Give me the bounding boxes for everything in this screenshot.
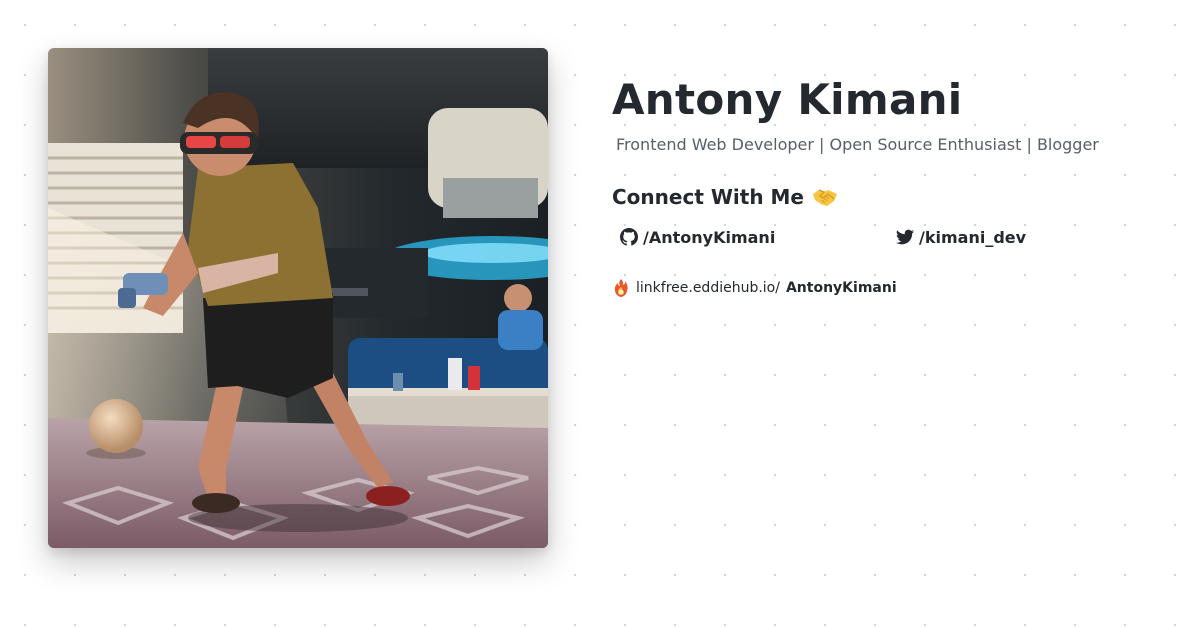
profile-info: Antony Kimani Frontend Web Developer | O… (612, 74, 1172, 298)
linkfree-domain: linkfree.eddiehub.io/ (636, 280, 780, 296)
twitter-link[interactable]: /kimani_dev (896, 228, 1026, 247)
twitter-icon (896, 229, 914, 245)
profile-photo (48, 48, 548, 548)
social-links: /AntonyKimani /kimani_dev (612, 224, 1172, 250)
connect-heading-text: Connect With Me (612, 185, 804, 209)
linkfree-link[interactable]: linkfree.eddiehub.io/ AntonyKimani (612, 278, 1172, 298)
connect-heading: Connect With Me (612, 184, 1172, 210)
linkfree-username: AntonyKimani (785, 280, 897, 296)
twitter-label: /kimani_dev (919, 227, 1027, 247)
github-icon (620, 228, 638, 246)
github-link[interactable]: /AntonyKimani (620, 228, 896, 247)
profile-name: Antony Kimani (612, 75, 963, 124)
handshake-icon (812, 189, 837, 206)
github-label: /AntonyKimani (643, 227, 776, 247)
profile-tagline: Frontend Web Developer | Open Source Ent… (616, 135, 1099, 154)
linkfree-icon (614, 279, 628, 297)
